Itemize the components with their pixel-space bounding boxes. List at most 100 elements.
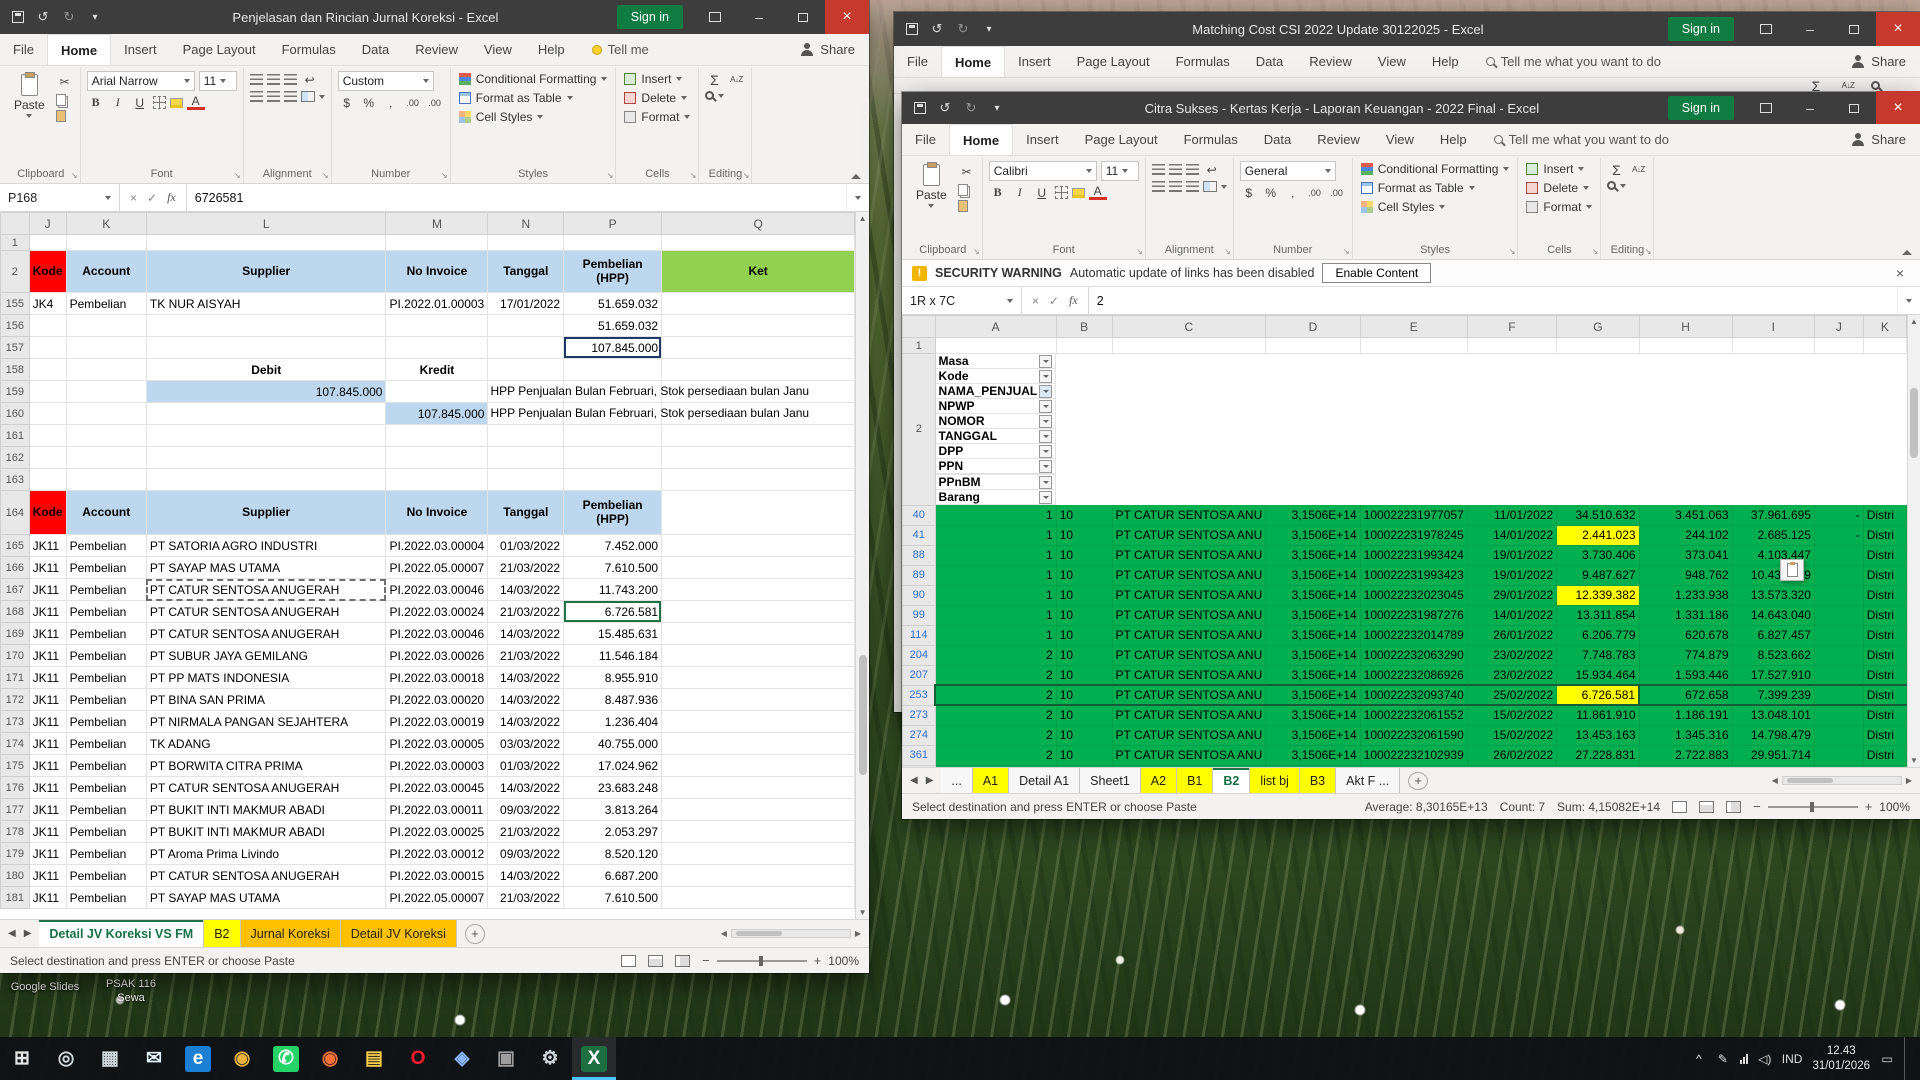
- cell[interactable]: JK11: [29, 688, 67, 711]
- cell[interactable]: 13.048.101: [1732, 705, 1815, 726]
- cell[interactable]: PI.2022.03.00015: [385, 864, 489, 887]
- row-header[interactable]: 161: [0, 424, 30, 447]
- ribbon-tab-review[interactable]: Review: [402, 34, 471, 65]
- cell[interactable]: 100022231977057: [1360, 505, 1468, 526]
- cell[interactable]: 14/03/2022: [487, 710, 565, 733]
- cell[interactable]: JK4: [29, 292, 67, 315]
- row-header[interactable]: 171: [0, 666, 30, 689]
- ribbon-tab-data[interactable]: Data: [1243, 46, 1296, 77]
- cell[interactable]: PT CATUR SENTOSA ANU: [1112, 765, 1267, 767]
- cell[interactable]: 17.024.962: [563, 754, 663, 777]
- enter-icon[interactable]: ✓: [1049, 294, 1059, 308]
- title-bar[interactable]: Penjelasan dan Rincian Jurnal Koreksi - …: [0, 0, 869, 34]
- cell[interactable]: JK11: [29, 600, 67, 623]
- cell[interactable]: Distri: [1863, 745, 1908, 766]
- cell[interactable]: [1814, 684, 1864, 706]
- cell[interactable]: 100022232061590: [1360, 725, 1468, 746]
- align-middle-icon[interactable]: [1168, 164, 1182, 175]
- cell[interactable]: 3,1506E+14: [1265, 645, 1361, 666]
- cell[interactable]: NAMA_PENJUAL: [935, 384, 1057, 399]
- action-center-icon[interactable]: ▭: [1880, 1052, 1894, 1066]
- cell[interactable]: 09/03/2022: [487, 842, 565, 865]
- cell[interactable]: Distri: [1863, 545, 1908, 566]
- bold-icon[interactable]: [989, 184, 1007, 201]
- cell[interactable]: [385, 468, 489, 491]
- cell[interactable]: [66, 446, 147, 469]
- name-box-dropdown-icon[interactable]: [105, 195, 111, 200]
- dialog-launcher-icon[interactable]: [1592, 247, 1599, 256]
- search-icon[interactable]: ◎: [44, 1037, 88, 1080]
- cell[interactable]: [661, 600, 856, 623]
- title-bar[interactable]: Citra Sukses - Kertas Kerja - Laporan Ke…: [902, 91, 1920, 125]
- cell[interactable]: PI.2022.03.00003: [385, 754, 489, 777]
- cell[interactable]: HPP Penjualan Bulan Februari, Stok perse…: [487, 402, 809, 425]
- align-left-icon[interactable]: [1151, 181, 1165, 192]
- cell[interactable]: [661, 424, 856, 447]
- sheet-tab-detail-jv-koreksi[interactable]: Detail JV Koreksi: [340, 920, 457, 947]
- ribbon-tab-insert[interactable]: Insert: [1013, 124, 1072, 155]
- cell[interactable]: DPP: [935, 444, 1057, 459]
- start-button[interactable]: ⊞: [0, 1037, 44, 1080]
- formula-input[interactable]: 2: [1089, 287, 1897, 314]
- fill-color-icon[interactable]: [1071, 187, 1085, 198]
- filter-dropdown-button[interactable]: [1039, 369, 1053, 383]
- zoom-in-icon[interactable]: +: [1865, 799, 1873, 814]
- cell[interactable]: [146, 446, 387, 469]
- cell[interactable]: 15/02/2022: [1467, 705, 1558, 726]
- cell[interactable]: Pembelian: [66, 820, 147, 843]
- cell[interactable]: [1639, 337, 1733, 354]
- cell[interactable]: 34.510.632: [1556, 505, 1640, 526]
- italic-icon[interactable]: [109, 94, 127, 111]
- column-header-I[interactable]: I: [1731, 315, 1815, 338]
- cell[interactable]: JK11: [29, 754, 67, 777]
- cell[interactable]: Ket: [661, 250, 856, 293]
- cell[interactable]: 3,1506E+14: [1265, 525, 1361, 546]
- sheet-next-icon[interactable]: ▶: [926, 775, 934, 786]
- cell[interactable]: Distri: [1863, 625, 1908, 646]
- cell[interactable]: JK11: [29, 666, 67, 689]
- cell[interactable]: [66, 314, 147, 337]
- row-header[interactable]: 253: [902, 684, 936, 706]
- cell[interactable]: Debit: [146, 358, 387, 381]
- cell[interactable]: 10: [1056, 684, 1113, 706]
- ribbon-display-options-button[interactable]: [1744, 91, 1788, 125]
- wrap-text-icon[interactable]: [301, 71, 319, 88]
- filter-dropdown-button[interactable]: [1039, 475, 1053, 489]
- format-painter-icon[interactable]: [55, 110, 66, 122]
- cell[interactable]: 3.730.406: [1556, 545, 1640, 566]
- cell[interactable]: 14/03/2022: [487, 578, 565, 601]
- cell[interactable]: [66, 336, 147, 359]
- row-header[interactable]: 166: [0, 556, 30, 579]
- excel-window-jurnal-koreksi[interactable]: Penjelasan dan Rincian Jurnal Koreksi - …: [0, 0, 869, 973]
- hscroll-track[interactable]: [1781, 776, 1902, 785]
- name-box[interactable]: 1R x 7C: [902, 287, 1022, 314]
- delete-cells-button[interactable]: Delete: [1524, 180, 1594, 196]
- dialog-launcher-icon[interactable]: [1645, 247, 1652, 256]
- cell[interactable]: [1814, 565, 1864, 586]
- cell[interactable]: [661, 776, 856, 799]
- ribbon-tab-help[interactable]: Help: [1419, 46, 1472, 77]
- cell[interactable]: 21/03/2022: [487, 820, 565, 843]
- cell[interactable]: 1.233.938: [1639, 585, 1733, 606]
- task-view-icon[interactable]: ▦: [88, 1037, 132, 1080]
- cell[interactable]: PT CATUR SENTOSA ANU: [1112, 605, 1267, 626]
- cell[interactable]: 100022231987276: [1360, 605, 1468, 626]
- cell[interactable]: 1.236.404: [563, 710, 663, 733]
- cell[interactable]: Tanggal: [487, 250, 565, 293]
- accounting-format-icon[interactable]: [1240, 184, 1258, 201]
- cell[interactable]: 948.762: [1639, 565, 1733, 586]
- chrome-icon[interactable]: ◉: [220, 1037, 264, 1080]
- cell[interactable]: 100022232023045: [1360, 585, 1468, 606]
- undo-icon[interactable]: [36, 10, 50, 24]
- cell[interactable]: [29, 358, 67, 381]
- cell[interactable]: Supplier: [146, 490, 387, 535]
- zoom-slider-thumb[interactable]: [1809, 801, 1814, 812]
- cell[interactable]: 14.643.040: [1732, 605, 1815, 626]
- cell[interactable]: [935, 337, 1057, 354]
- ribbon-tab-formulas[interactable]: Formulas: [1163, 46, 1243, 77]
- ribbon-tab-data[interactable]: Data: [349, 34, 402, 65]
- sheet-tab-a2[interactable]: A2: [1140, 768, 1178, 793]
- cell[interactable]: Pembelian: [66, 754, 147, 777]
- editing-dropdown-icon[interactable]: [1620, 183, 1627, 188]
- cell[interactable]: 10: [1056, 765, 1113, 767]
